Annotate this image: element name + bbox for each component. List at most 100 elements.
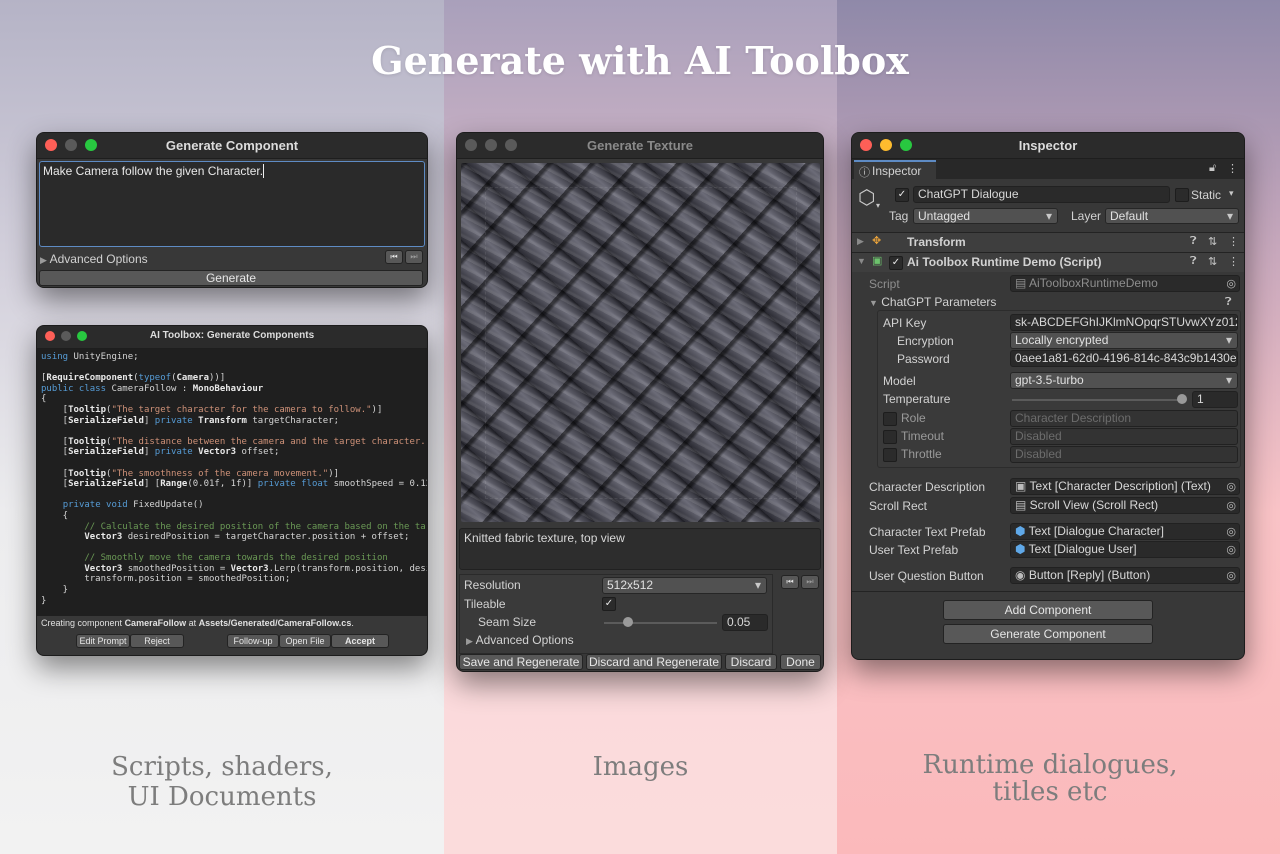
texture-history-forward-button[interactable]: ⏭: [801, 575, 819, 589]
accept-button[interactable]: Accept: [331, 634, 389, 648]
transform-header[interactable]: ▶ ✥ Transform ❓︎ ⇅ ⋮: [852, 233, 1244, 252]
texture-advanced-options-foldout[interactable]: ▶ Advanced Options: [466, 633, 574, 647]
icon-dropdown-arrow-icon[interactable]: ▾: [876, 201, 880, 210]
tag-dropdown[interactable]: Untagged: [913, 208, 1058, 224]
timeout-label: Timeout: [901, 429, 944, 443]
help-icon[interactable]: ❓︎: [1190, 255, 1197, 268]
foldout-arrow-icon: ▼: [857, 256, 866, 266]
encryption-dropdown[interactable]: Locally encrypted: [1010, 332, 1238, 349]
user-text-prefab-field[interactable]: ⬢ Text [Dialogue User] ◎: [1010, 541, 1240, 558]
open-file-button[interactable]: Open File: [279, 634, 331, 648]
seam-size-field[interactable]: 0.05: [722, 614, 768, 631]
help-icon[interactable]: ❓︎: [1190, 235, 1197, 248]
target-icon[interactable]: ◎: [1226, 569, 1236, 583]
seam-size-label: Seam Size: [478, 615, 537, 629]
model-dropdown[interactable]: gpt-3.5-turbo: [1010, 372, 1238, 389]
texture-prompt-text: Knitted fabric texture, top view: [464, 531, 625, 545]
help-icon[interactable]: ❓︎: [1225, 296, 1232, 309]
resolution-dropdown[interactable]: 512x512: [602, 577, 767, 594]
tag-label: Tag: [889, 209, 909, 223]
divider: [852, 591, 1244, 592]
texture-history-back-button[interactable]: ⏮: [781, 575, 799, 589]
temperature-slider-thumb[interactable]: [1177, 394, 1187, 404]
character-text-prefab-field[interactable]: ⬢ Text [Dialogue Character] ◎: [1010, 523, 1240, 540]
script-field: ▤ AiToolboxRuntimeDemo ◎: [1010, 275, 1240, 292]
temperature-slider-track[interactable]: [1012, 399, 1182, 401]
inspector-window: Inspector ⓘ Inspector 🔓︎ ⋮ ⬡ ▾ ✓ ChatGPT…: [851, 132, 1245, 660]
text-component-icon: ▣: [1015, 479, 1030, 493]
temperature-label: Temperature: [883, 392, 951, 406]
script-component-label: Ai Toolbox Runtime Demo (Script): [907, 255, 1102, 269]
target-icon[interactable]: ◎: [1226, 499, 1236, 513]
add-component-button[interactable]: Add Component: [943, 600, 1153, 620]
advanced-options-foldout[interactable]: ▶ Advanced Options: [40, 252, 148, 266]
component-menu-icon[interactable]: ⋮: [1228, 235, 1239, 248]
target-icon[interactable]: ◎: [1226, 543, 1236, 557]
prompt-textarea[interactable]: Make Camera follow the given Character.: [39, 161, 425, 247]
title-bar: Generate Component: [37, 133, 427, 159]
code-view[interactable]: using UnityEngine; [RequireComponent(typ…: [41, 352, 427, 606]
password-label: Password: [897, 352, 950, 366]
window-title: AI Toolbox: Generate Components: [149, 330, 315, 341]
seam-size-slider-thumb[interactable]: [623, 617, 633, 627]
user-question-button-field[interactable]: ◉ Button [Reply] (Button) ◎: [1010, 567, 1240, 584]
encryption-label: Encryption: [897, 334, 954, 348]
throttle-field: Disabled: [1010, 446, 1238, 463]
texture-prompt-field[interactable]: Knitted fabric texture, top view: [459, 528, 821, 570]
lock-icon[interactable]: 🔓︎: [1209, 162, 1216, 175]
object-name-field[interactable]: ChatGPT Dialogue: [913, 186, 1170, 203]
gameobject-cube-icon: ⬡: [858, 187, 876, 209]
save-and-regenerate-button[interactable]: Save and Regenerate: [459, 654, 583, 670]
title-bar: AI Toolbox: Generate Components: [37, 326, 427, 349]
history-forward-button[interactable]: ⏭: [405, 250, 423, 264]
password-field[interactable]: 0aee1a81-62d0-4196-814c-843c9b1430e: [1010, 350, 1238, 367]
tab-inspector[interactable]: ⓘ Inspector: [854, 160, 936, 179]
target-icon[interactable]: ◎: [1226, 480, 1236, 494]
component-enabled-checkbox[interactable]: ✓: [889, 256, 903, 270]
resolution-label: Resolution: [464, 578, 521, 592]
active-checkbox[interactable]: ✓: [895, 188, 909, 202]
static-dropdown-arrow-icon[interactable]: ▾: [1229, 188, 1234, 199]
layer-dropdown[interactable]: Default: [1105, 208, 1239, 224]
static-checkbox[interactable]: [1175, 188, 1189, 202]
timeout-checkbox[interactable]: [883, 430, 897, 444]
advanced-options-label: Advanced Options: [49, 252, 148, 266]
script-component-header[interactable]: ▼ ▣ ✓ Ai Toolbox Runtime Demo (Script) ❓…: [852, 253, 1244, 272]
api-key-label: API Key: [883, 316, 927, 330]
follow-up-button[interactable]: Follow-up: [227, 634, 279, 648]
throttle-checkbox[interactable]: [883, 448, 897, 462]
chatgpt-parameters-foldout[interactable]: ▼ ChatGPT Parameters: [869, 295, 996, 309]
character-description-field[interactable]: ▣ Text [Character Description] (Text) ◎: [1010, 478, 1240, 495]
target-icon[interactable]: ◎: [1226, 525, 1236, 539]
history-back-button[interactable]: ⏮: [385, 250, 403, 264]
discard-button[interactable]: Discard: [725, 654, 777, 670]
discard-and-regenerate-button[interactable]: Discard and Regenerate: [586, 654, 722, 670]
headline: Generate with AI Toolbox: [371, 38, 909, 83]
role-field: Character Description: [1010, 410, 1238, 427]
presets-icon[interactable]: ⇅: [1208, 235, 1217, 248]
tileable-checkbox[interactable]: ✓: [602, 597, 616, 611]
presets-icon[interactable]: ⇅: [1208, 255, 1217, 268]
caption-runtime-line1: Runtime dialogues,: [922, 750, 1178, 780]
edit-prompt-button[interactable]: Edit Prompt: [76, 634, 130, 648]
generate-component-window: Generate Component Make Camera follow th…: [36, 132, 428, 288]
character-text-prefab-label: Character Text Prefab: [869, 525, 986, 539]
component-menu-icon[interactable]: ⋮: [1228, 255, 1239, 268]
tab-menu-icon[interactable]: ⋮: [1227, 162, 1238, 175]
script-label: Script: [869, 277, 900, 291]
timeout-field: Disabled: [1010, 428, 1238, 445]
generate-button[interactable]: Generate: [39, 270, 423, 286]
generate-component-button[interactable]: Generate Component: [943, 624, 1153, 644]
scroll-rect-field[interactable]: ▤ Scroll View (Scroll Rect) ◎: [1010, 497, 1240, 514]
advanced-options-label: Advanced Options: [475, 633, 574, 647]
api-key-field[interactable]: sk-ABCDEFGhIJKlmNOpqrSTUvwXYz0123: [1010, 314, 1238, 331]
temperature-field[interactable]: 1: [1192, 391, 1238, 408]
foldout-arrow-icon: ▶: [40, 255, 47, 265]
role-checkbox[interactable]: [883, 412, 897, 426]
done-button[interactable]: Done: [780, 654, 821, 670]
seam-size-slider-track[interactable]: [604, 622, 717, 624]
window-title: Generate Texture: [587, 138, 693, 153]
reject-button[interactable]: Reject: [130, 634, 184, 648]
caption-runtime: Runtime dialogues, titles etc: [837, 752, 1263, 806]
caption-scripts: Scripts, shaders, UI Documents: [0, 752, 444, 812]
